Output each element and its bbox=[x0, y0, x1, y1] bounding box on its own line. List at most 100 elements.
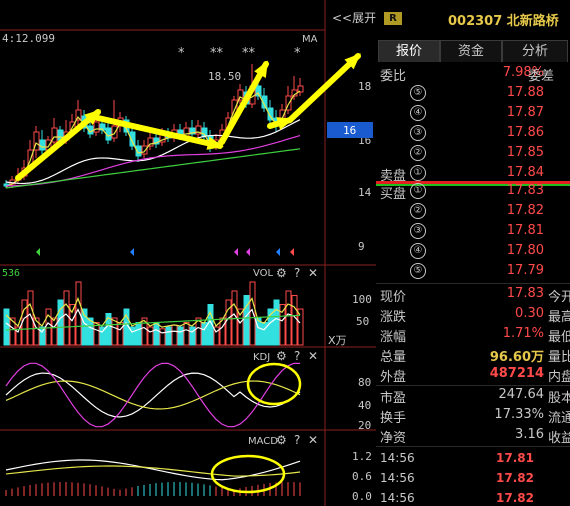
expand-button[interactable]: <<展开 bbox=[332, 11, 376, 25]
signal-marker bbox=[276, 248, 280, 256]
tick-price: 17.82 bbox=[496, 471, 534, 485]
kdj-help-icon[interactable]: ? bbox=[294, 349, 300, 363]
volume-bar bbox=[261, 322, 268, 346]
kdj-close-icon[interactable]: ✕ bbox=[308, 349, 318, 363]
signal-marker bbox=[246, 248, 250, 256]
stock-header: R 002307 北新路桥 bbox=[376, 0, 570, 36]
level-3-icon: ③ bbox=[410, 125, 426, 141]
sell-level-3[interactable]: ③ 17.86 bbox=[376, 125, 570, 145]
sell-level-5[interactable]: ⑤ 17.88 bbox=[376, 85, 570, 105]
vol-gear-icon[interactable]: ⚙ bbox=[276, 266, 287, 280]
quote-panel: R 002307 北新路桥 报价 资金 分析 委比 7.98% 委差 ⑤ 17.… bbox=[376, 0, 570, 506]
tick-time: 14:56 bbox=[380, 451, 415, 465]
buy-level-3[interactable]: ③ 17.81 bbox=[376, 223, 570, 243]
candle-body bbox=[111, 125, 118, 139]
current-price-marker: 16 bbox=[343, 124, 356, 137]
volume-bar bbox=[51, 317, 58, 346]
tab-analysis[interactable]: 分析 bbox=[502, 40, 568, 62]
macd-label: MACD bbox=[248, 436, 278, 447]
signal-marker bbox=[290, 248, 294, 256]
kdj-label: KDJ bbox=[253, 352, 270, 363]
buy-5-icon: ⑤ bbox=[410, 263, 426, 279]
level-4-icon: ④ bbox=[410, 105, 426, 121]
vol-help-icon[interactable]: ? bbox=[294, 266, 300, 280]
macd-dif-line bbox=[5, 459, 301, 481]
tick-price: 17.82 bbox=[496, 491, 534, 505]
volume-bar bbox=[291, 295, 298, 346]
buy-level-4[interactable]: ④ 17.80 bbox=[376, 243, 570, 263]
buy-level-1[interactable]: 买盘 ① 17.83 bbox=[376, 183, 570, 203]
macd-axis-1-2: 1.2 bbox=[352, 450, 372, 463]
quote-label: 涨幅 bbox=[380, 330, 407, 345]
buy-level-2[interactable]: ② 17.82 bbox=[376, 203, 570, 223]
volume-bar bbox=[63, 290, 70, 346]
sell-level-2[interactable]: ② 17.85 bbox=[376, 145, 570, 165]
separator bbox=[376, 385, 570, 386]
weicha-label: 委差 bbox=[528, 69, 555, 84]
sell-5-price: 17.88 bbox=[506, 85, 544, 100]
tick-time: 14:56 bbox=[380, 471, 415, 485]
quote-value: 1.71% bbox=[502, 326, 544, 341]
separator bbox=[376, 446, 570, 447]
volume-bar bbox=[153, 322, 160, 346]
quote-right-label: 内盘 bbox=[548, 370, 570, 385]
high-price-label: 18.50 bbox=[208, 70, 241, 83]
macd-axis-0-6: 0.6 bbox=[352, 470, 372, 483]
kline-chart-area[interactable]: 4:12.099 536 <<展开 MA * ** ** * 18.50 18 … bbox=[0, 0, 376, 506]
sell-level-4[interactable]: ④ 17.87 bbox=[376, 105, 570, 125]
sell-3-price: 17.86 bbox=[506, 125, 544, 140]
kline-chart[interactable]: 4:12.099 536 <<展开 MA * ** ** * 18.50 18 … bbox=[0, 0, 376, 506]
sell-2-price: 17.85 bbox=[506, 145, 544, 160]
volume-bar bbox=[285, 290, 292, 346]
quote-label: 现价 bbox=[380, 290, 407, 305]
buy-3-icon: ③ bbox=[410, 223, 426, 239]
candle-body bbox=[39, 139, 46, 151]
fund-row-pe: 市盈 247.64 股本 bbox=[376, 387, 570, 407]
volume-bar bbox=[165, 326, 172, 346]
stock-code-name: 002307 北新路桥 bbox=[448, 14, 559, 29]
quote-row-outer: 外盘 487214 内盘 bbox=[376, 366, 570, 386]
quote-value: 0.30 bbox=[515, 306, 544, 321]
buy-4-price: 17.80 bbox=[506, 243, 544, 258]
buy-2-icon: ② bbox=[410, 203, 426, 219]
fund-label: 换手 bbox=[380, 411, 407, 426]
fund-value: 247.64 bbox=[498, 387, 545, 402]
signal-marker bbox=[234, 248, 238, 256]
price-axis-14: 14 bbox=[358, 186, 372, 199]
vol-close-icon[interactable]: ✕ bbox=[308, 266, 318, 280]
signal-marker bbox=[130, 248, 134, 256]
macd-gear-icon[interactable]: ⚙ bbox=[276, 433, 287, 447]
buy-level-5[interactable]: ⑤ 17.79 bbox=[376, 263, 570, 283]
macd-highlight-circle bbox=[210, 454, 286, 494]
buy-4-icon: ④ bbox=[410, 243, 426, 259]
quote-value: 487214 bbox=[489, 366, 544, 381]
volume-bar bbox=[81, 308, 88, 346]
kdj-axis-40: 40 bbox=[358, 399, 371, 412]
quote-value: 17.83 bbox=[506, 286, 544, 301]
fund-right-label: 股本 bbox=[548, 391, 570, 406]
candle-body bbox=[93, 121, 100, 133]
macd-help-icon[interactable]: ? bbox=[294, 433, 300, 447]
kdj-axis-20: 20 bbox=[358, 419, 371, 432]
tick-price: 17.81 bbox=[496, 451, 534, 465]
quote-right-label: 最低 bbox=[548, 330, 570, 345]
tab-quote[interactable]: 报价 bbox=[378, 40, 440, 62]
volume-bar bbox=[171, 324, 178, 346]
volume-bar bbox=[45, 308, 52, 346]
separator bbox=[376, 283, 570, 284]
macd-axis-0-0: 0.0 bbox=[352, 490, 372, 503]
level-1-icon: ① bbox=[410, 165, 426, 181]
buy-2-price: 17.82 bbox=[506, 203, 544, 218]
buy-3-price: 17.81 bbox=[506, 223, 544, 238]
vol-axis-unit: X万 bbox=[328, 334, 347, 347]
kdj-gear-icon[interactable]: ⚙ bbox=[276, 349, 287, 363]
r-badge: R bbox=[384, 12, 402, 25]
tab-funds[interactable]: 资金 bbox=[440, 40, 502, 62]
volume-bar bbox=[135, 322, 142, 346]
sell-4-price: 17.87 bbox=[506, 105, 544, 120]
kdj-k-line bbox=[5, 372, 301, 418]
macd-close-icon[interactable]: ✕ bbox=[308, 433, 318, 447]
fund-right-label: 流通 bbox=[548, 411, 570, 426]
volume-bar bbox=[177, 326, 184, 346]
volume-bar bbox=[273, 299, 280, 346]
